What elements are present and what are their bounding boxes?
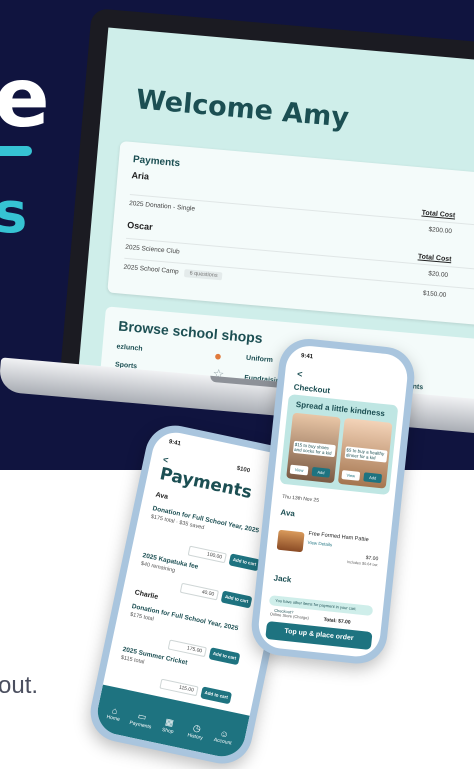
item-price: $7.00 bbox=[365, 554, 379, 563]
payment-amount: $20.00 bbox=[427, 270, 449, 280]
amount-input[interactable]: 100.00 bbox=[187, 545, 227, 564]
order-date: Thu 13th Nov 25 bbox=[281, 493, 320, 504]
page-title: Checkout bbox=[293, 382, 331, 396]
payment-item: Donation for Full School Year, 2025 $175… bbox=[129, 603, 253, 643]
laptop-bezel: Welcome Amy Payments Aria Total Cost 202… bbox=[59, 8, 474, 414]
nav-label: Shop bbox=[161, 726, 175, 736]
body-text-fragment: out. bbox=[0, 672, 39, 699]
store-label: Online Store (Charge) bbox=[269, 611, 310, 621]
status-time: 9:41 bbox=[168, 439, 182, 448]
kindness-panel: Spread a little kindness $15 to buy shoe… bbox=[279, 394, 399, 496]
payment-amount: $150.00 bbox=[422, 289, 447, 299]
child-name: Ava bbox=[154, 491, 169, 501]
promo-card[interactable]: $5 to buy a healthy dinner for a kid Vie… bbox=[337, 418, 393, 489]
hero-heading-fragment: e bbox=[0, 51, 50, 146]
order-total: Total: $7.00 bbox=[323, 616, 351, 626]
promo-text: $5 to buy a healthy dinner for a kid bbox=[344, 446, 388, 463]
nav-payments[interactable]: ▭ Payments bbox=[127, 709, 156, 731]
promo-card[interactable]: $15 to buy shoes and socks for a kid Vie… bbox=[286, 412, 341, 484]
promo-view-button[interactable]: View bbox=[289, 464, 309, 476]
payment-item: Donation for Full School Year, 2025 $175… bbox=[150, 505, 274, 545]
child-name: Oscar bbox=[126, 219, 154, 233]
shop-link-uniform[interactable]: Uniform bbox=[246, 355, 273, 364]
view-details-link[interactable]: View Details bbox=[307, 540, 332, 548]
total-cost-header: Total Cost bbox=[417, 253, 452, 264]
welcome-heading: Welcome Amy bbox=[134, 84, 351, 134]
food-thumbnail bbox=[276, 529, 305, 553]
child-name: Jack bbox=[273, 573, 292, 585]
payments-card: Payments Aria Total Cost 2025 Donation -… bbox=[107, 140, 474, 326]
status-time: 9:41 bbox=[300, 353, 314, 361]
promo-view-button[interactable]: View bbox=[341, 470, 361, 481]
payment-label: 2025 Science Club bbox=[124, 243, 180, 256]
payment-row[interactable]: 2025 Donation - Single $200.00 bbox=[128, 194, 474, 247]
add-to-cart-button[interactable]: Add to cart bbox=[220, 590, 253, 609]
questions-tag: 6 questions bbox=[184, 269, 223, 281]
amount-input[interactable]: 115.00 bbox=[159, 678, 199, 697]
child-name: Aria bbox=[131, 170, 150, 182]
nav-home[interactable]: ⌂ Home bbox=[100, 703, 129, 724]
promo-add-button[interactable]: Add bbox=[311, 466, 331, 478]
place-order-button[interactable]: Top up & place order bbox=[265, 621, 373, 650]
payment-label: 2025 School Camp bbox=[123, 263, 179, 276]
nav-history[interactable]: ◷ History bbox=[182, 720, 211, 742]
back-button[interactable]: < bbox=[297, 369, 303, 379]
balance-badge: $100 bbox=[236, 465, 251, 475]
promo-text: $15 to buy shoes and socks for a kid bbox=[292, 440, 336, 458]
payments-title: Payments bbox=[132, 154, 181, 170]
laptop-screen: Welcome Amy Payments Aria Total Cost 202… bbox=[78, 27, 474, 408]
hero-subheading-fragment: s bbox=[0, 181, 28, 246]
add-to-cart-button[interactable]: Add to cart bbox=[200, 686, 233, 705]
child-name: Charlie bbox=[133, 589, 159, 602]
nav-shop[interactable]: ▦ Shop bbox=[154, 715, 183, 737]
phone-screen: 9:41 < Checkout Spread a little kindness… bbox=[256, 343, 410, 659]
add-to-cart-button[interactable]: Add to cart bbox=[228, 553, 261, 572]
shop-link-ezlunch[interactable]: ezlunch bbox=[116, 343, 143, 352]
payment-amount: $200.00 bbox=[428, 226, 453, 236]
browse-shops-title: Browse school shops bbox=[117, 317, 264, 347]
add-to-cart-button[interactable]: Add to cart bbox=[208, 647, 241, 666]
amount-input[interactable]: 175.00 bbox=[167, 639, 207, 658]
child-name: Ava bbox=[280, 507, 296, 519]
nav-account[interactable]: ☺ Account bbox=[209, 726, 238, 747]
amount-input[interactable]: 40.00 bbox=[179, 582, 219, 601]
apple-icon: ● bbox=[213, 347, 223, 364]
promo-add-button[interactable]: Add bbox=[363, 472, 383, 484]
hero-accent-dash bbox=[0, 146, 32, 156]
total-cost-header: Total Cost bbox=[421, 209, 456, 220]
payment-label: 2025 Donation - Single bbox=[128, 199, 196, 213]
